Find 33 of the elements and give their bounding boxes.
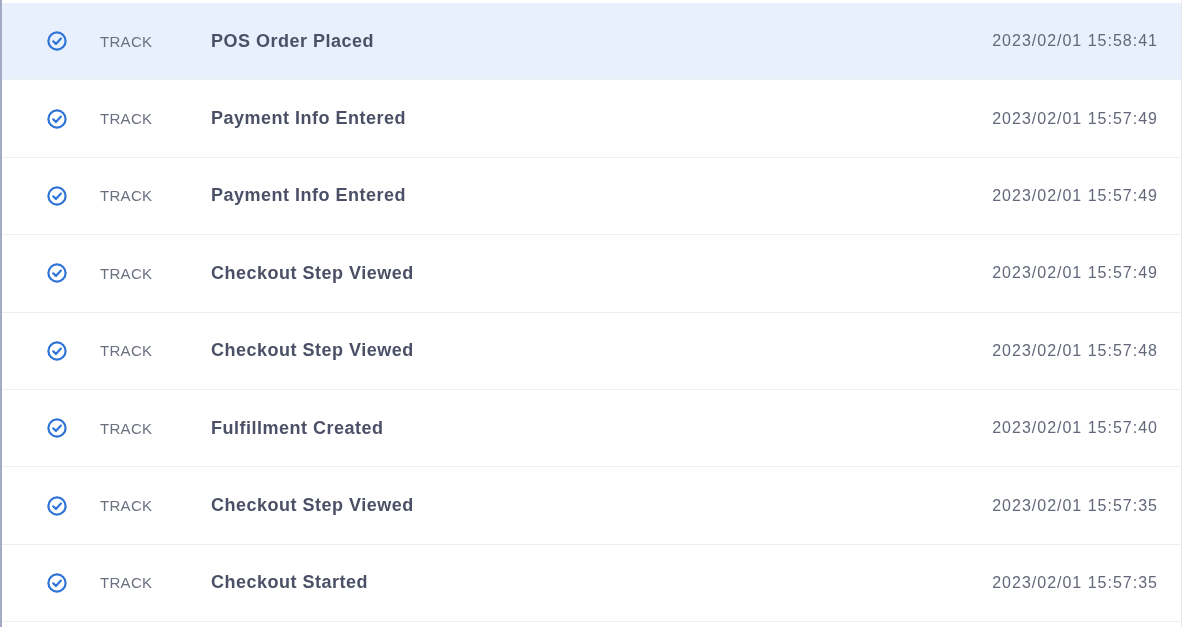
event-row[interactable]: TRACK POS Order Placed 2023/02/01 15:58:41 (2, 3, 1181, 81)
check-circle-icon (47, 495, 67, 516)
event-timestamp: 2023/02/01 15:57:35 (992, 573, 1158, 592)
check-circle-icon (47, 418, 67, 439)
check-circle-icon (47, 340, 67, 361)
check-circle-icon (47, 31, 67, 52)
event-name: Checkout Step Viewed (211, 262, 414, 284)
event-name: Payment Info Entered (211, 185, 407, 207)
event-timestamp: 2023/02/01 15:57:49 (992, 186, 1158, 205)
event-timestamp: 2023/02/01 15:57:49 (992, 264, 1158, 283)
check-circle-icon (47, 263, 67, 284)
event-name: Fulfillment Created (211, 417, 384, 439)
event-name: Checkout Step Viewed (211, 495, 414, 517)
check-circle-icon (47, 108, 67, 129)
event-type-label: TRACK (100, 574, 153, 592)
event-timestamp: 2023/02/01 15:57:35 (992, 496, 1158, 515)
event-type-label: TRACK (100, 110, 153, 128)
event-type-label: TRACK (100, 32, 153, 50)
event-name: Checkout Step Viewed (211, 340, 414, 362)
event-timestamp: 2023/02/01 15:57:48 (992, 341, 1158, 360)
event-type-label: TRACK (100, 497, 153, 515)
event-timestamp: 2023/02/01 15:57:49 (992, 109, 1158, 128)
event-type-label: TRACK (100, 264, 153, 282)
check-circle-icon (47, 185, 67, 206)
event-name: Payment Info Entered (211, 108, 407, 130)
event-name: POS Order Placed (211, 30, 375, 52)
event-timestamp: 2023/02/01 15:58:41 (992, 32, 1158, 51)
event-timestamp: 2023/02/01 15:57:40 (992, 419, 1158, 438)
event-name: Checkout Started (211, 572, 369, 594)
event-type-label: TRACK (100, 419, 153, 437)
event-type-label: TRACK (100, 342, 153, 360)
event-type-label: TRACK (100, 187, 153, 205)
check-circle-icon (47, 572, 67, 593)
